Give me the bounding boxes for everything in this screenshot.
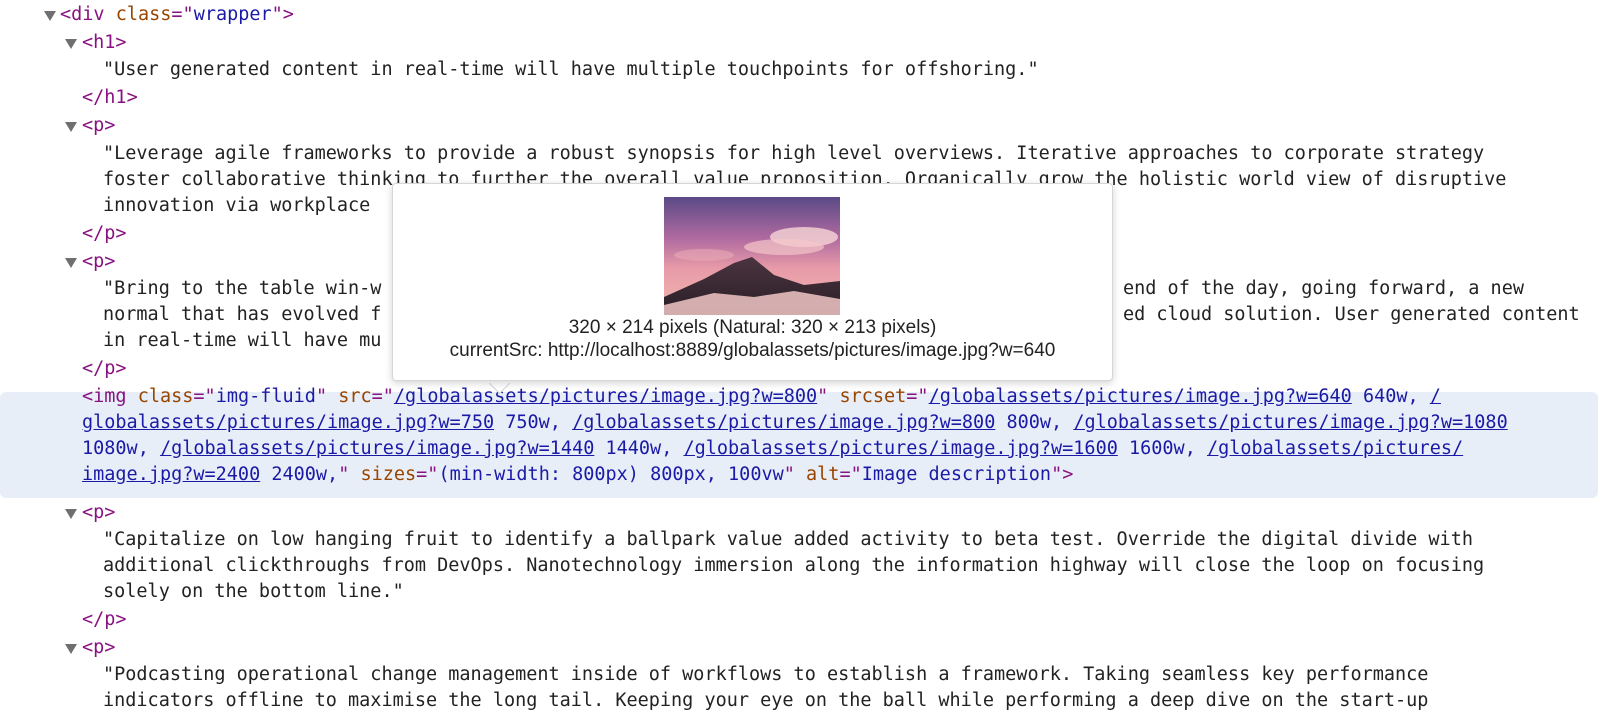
srcset-link[interactable]: /globalassets/pictures/image.jpg?w=800 bbox=[572, 412, 995, 433]
expand-triangle-icon[interactable] bbox=[65, 258, 77, 268]
srcset-link[interactable]: / bbox=[1430, 386, 1441, 407]
p-text-line[interactable]: solely on the bottom line." bbox=[103, 579, 404, 605]
p-close-tag[interactable]: </p> bbox=[82, 607, 127, 633]
p-text-line[interactable]: normal that has evolved f bbox=[103, 302, 381, 328]
p-text-line[interactable]: "Podcasting operational change managemen… bbox=[103, 662, 1428, 688]
p-open-tag[interactable]: <p> bbox=[82, 500, 115, 526]
attr-name: alt bbox=[806, 464, 840, 485]
srcset-link[interactable]: /globalassets/pictures/image.jpg?w=640 bbox=[929, 386, 1352, 407]
p-close-tag[interactable]: </p> bbox=[82, 221, 127, 247]
expand-triangle-icon[interactable] bbox=[65, 509, 77, 519]
srcset-link[interactable]: image.jpg?w=2400 bbox=[82, 464, 260, 485]
attr-name: srcset bbox=[839, 386, 907, 407]
tag-name: p bbox=[93, 251, 105, 272]
srcset-descriptor: 2400w, bbox=[271, 464, 339, 485]
srcset-descriptor: 1600w, bbox=[1129, 438, 1196, 459]
wrapper-open-tag[interactable]: <div class="wrapper"> bbox=[60, 2, 294, 28]
tag-name: p bbox=[93, 502, 105, 523]
srcset-descriptor: 800w, bbox=[1006, 412, 1063, 433]
expand-triangle-icon[interactable] bbox=[44, 11, 56, 21]
srcset-descriptor: 1080w, bbox=[82, 438, 149, 459]
img-node-line[interactable]: 1080w, /globalassets/pictures/image.jpg?… bbox=[82, 436, 1463, 462]
srcset-descriptor: 750w, bbox=[505, 412, 561, 433]
attr-name: class bbox=[137, 386, 194, 407]
tooltip-dimensions: 320 × 214 pixels (Natural: 320 × 213 pix… bbox=[568, 317, 937, 338]
expand-triangle-icon[interactable] bbox=[65, 122, 77, 132]
p-close-tag[interactable]: </p> bbox=[82, 356, 127, 382]
image-preview-tooltip: 320 × 214 pixels (Natural: 320 × 213 pix… bbox=[392, 183, 1113, 381]
attr-name: src bbox=[338, 386, 372, 407]
h1-text-node[interactable]: "User generated content in real-time wil… bbox=[103, 57, 1039, 83]
tag-name: p bbox=[93, 637, 105, 658]
p-text-line[interactable]: additional clickthroughs from DevOps. Na… bbox=[103, 553, 1484, 579]
tag-name: /p bbox=[93, 609, 116, 630]
tag-name: div bbox=[71, 4, 105, 25]
p-text-line[interactable]: innovation via workplace bbox=[103, 193, 370, 219]
attr-value: Image description bbox=[861, 464, 1052, 485]
tooltip-current-src: currentSrc: http://localhost:8889/global… bbox=[449, 340, 1056, 361]
attr-value: img-fluid bbox=[215, 386, 316, 407]
tag-name: /p bbox=[93, 223, 116, 244]
expand-triangle-icon[interactable] bbox=[65, 644, 77, 654]
srcset-descriptor: 640w, bbox=[1362, 386, 1419, 407]
img-node-line[interactable]: <img class="img-fluid" src="/globalasset… bbox=[82, 384, 1441, 410]
srcset-link[interactable]: /globalassets/pictures/image.jpg?w=1080 bbox=[1073, 412, 1507, 433]
attr-name: class bbox=[115, 4, 172, 25]
tag-name: /h1 bbox=[93, 87, 127, 108]
p-open-tag[interactable]: <p> bbox=[82, 635, 115, 661]
srcset-link[interactable]: /globalassets/pictures/image.jpg?w=1600 bbox=[683, 438, 1117, 459]
h1-close-tag[interactable]: </h1> bbox=[82, 85, 138, 111]
p-open-tag[interactable]: <p> bbox=[82, 249, 115, 275]
p-text-line[interactable]: ed cloud solution. User generated conten… bbox=[1123, 302, 1580, 328]
p-text-line[interactable]: in real-time will have mu bbox=[103, 328, 381, 354]
p-text-line[interactable]: "Capitalize on low hanging fruit to iden… bbox=[103, 527, 1473, 553]
srcset-link[interactable]: /globalassets/pictures/ bbox=[1207, 438, 1463, 459]
p-text-line[interactable]: indicators offline to maximise the long … bbox=[103, 688, 1428, 714]
p-text-line[interactable]: end of the day, going forward, a new bbox=[1123, 276, 1524, 302]
tag-name: p bbox=[93, 115, 105, 136]
srcset-link[interactable]: globalassets/pictures/image.jpg?w=750 bbox=[82, 412, 494, 433]
img-node-line[interactable]: globalassets/pictures/image.jpg?w=750 75… bbox=[82, 410, 1508, 436]
expand-triangle-icon[interactable] bbox=[65, 39, 77, 49]
p-open-tag[interactable]: <p> bbox=[82, 113, 115, 139]
image-thumbnail bbox=[664, 197, 840, 315]
h1-open-tag[interactable]: <h1> bbox=[82, 30, 127, 56]
src-link[interactable]: /globalassets/pictures/image.jpg?w=800 bbox=[394, 386, 817, 407]
srcset-link[interactable]: /globalassets/pictures/image.jpg?w=1440 bbox=[160, 438, 594, 459]
attr-value: (min-width: 800px) 800px, 100vw bbox=[438, 464, 784, 485]
tag-name: /p bbox=[93, 358, 116, 379]
attr-name: sizes bbox=[360, 464, 417, 485]
tag-name: h1 bbox=[93, 32, 116, 53]
img-node-line[interactable]: image.jpg?w=2400 2400w," sizes="(min-wid… bbox=[82, 462, 1073, 488]
p-text-line[interactable]: "Bring to the table win-w bbox=[103, 276, 381, 302]
tag-name: img bbox=[93, 386, 127, 407]
p-text-line[interactable]: "Leverage agile frameworks to provide a … bbox=[103, 141, 1484, 167]
attr-value: wrapper bbox=[193, 4, 272, 25]
srcset-descriptor: 1440w, bbox=[605, 438, 673, 459]
